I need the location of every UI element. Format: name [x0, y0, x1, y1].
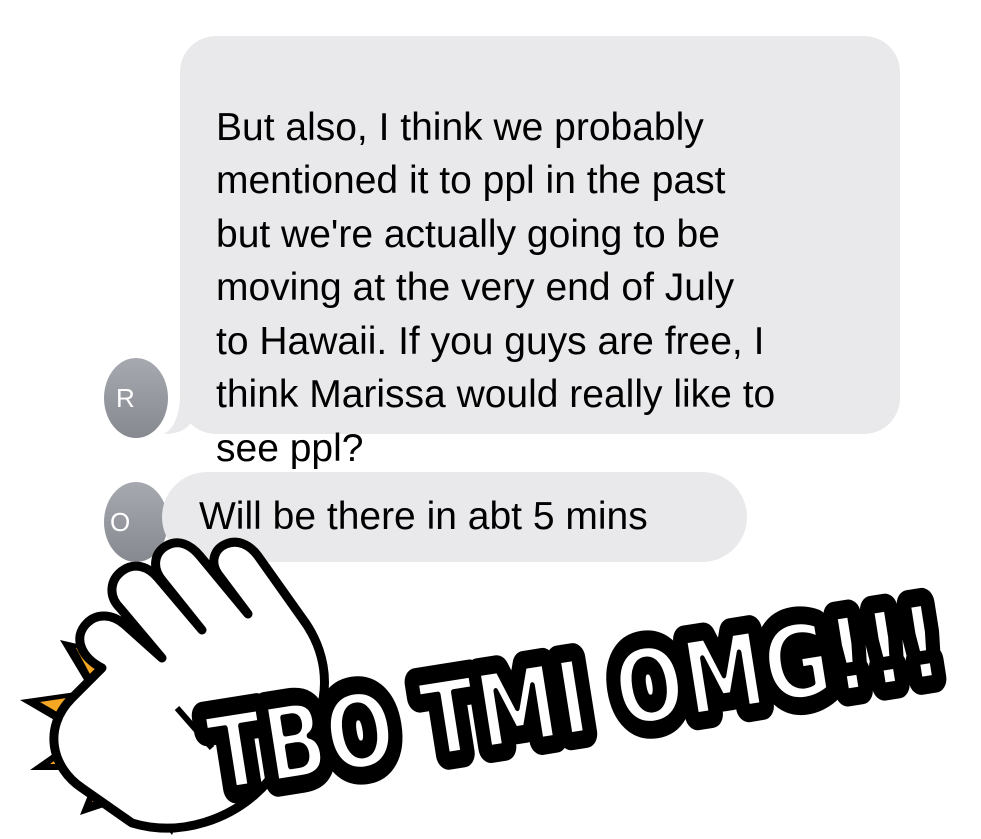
- sticker-text: TBO TMI OMG!!! TBO TMI OMG!!!: [185, 565, 965, 831]
- tmi-sticker: TBO TMI OMG!!! TBO TMI OMG!!!: [20, 537, 965, 835]
- sticker-text-fill: TBO TMI OMG!!!: [200, 580, 950, 816]
